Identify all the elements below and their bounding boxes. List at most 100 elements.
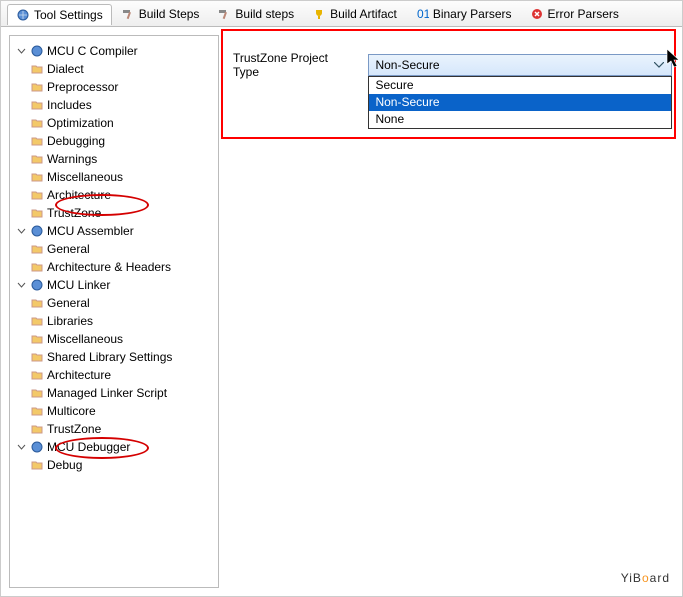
tree-node-miscellaneous-2[interactable]: Miscellaneous (28, 330, 216, 348)
combo-wrap: Non-Secure Secure Non-Secure None (368, 54, 672, 76)
folder-icon (30, 458, 44, 472)
tab-tool-settings[interactable]: Tool Settings (7, 4, 112, 25)
tree-node-debugging[interactable]: Debugging (28, 132, 216, 150)
tree-node-preprocessor[interactable]: Preprocessor (28, 78, 216, 96)
folder-icon (30, 152, 44, 166)
tree-label: MCU Assembler (47, 222, 134, 240)
tab-binary-parsers[interactable]: 01 Binary Parsers (406, 3, 521, 24)
tree-label: Libraries (47, 312, 93, 330)
tree-label: Debug (47, 456, 82, 474)
hammer-icon (217, 7, 231, 21)
combo-value: Non-Secure (375, 58, 439, 72)
tree-label: Miscellaneous (47, 330, 123, 348)
tree-node-multicore[interactable]: Multicore (28, 402, 216, 420)
tree-panel: MCU C Compiler Dialect Preprocessor Incl… (9, 35, 219, 588)
tree-node-mcu-c-compiler[interactable]: MCU C Compiler (14, 42, 216, 60)
tree-label: MCU Debugger (47, 438, 130, 456)
combo-option-none[interactable]: None (369, 111, 671, 128)
folder-icon (30, 116, 44, 130)
tree-label: Architecture & Headers (47, 258, 171, 276)
folder-icon (30, 386, 44, 400)
combo-option-secure[interactable]: Secure (369, 77, 671, 94)
tab-build-steps-2[interactable]: Build steps (208, 3, 303, 24)
tree-node-trustzone-1[interactable]: TrustZone (28, 204, 216, 222)
folder-icon (30, 404, 44, 418)
tree-node-debug[interactable]: Debug (28, 456, 216, 474)
tree-label: Architecture (47, 366, 111, 384)
folder-icon (30, 314, 44, 328)
tree-node-miscellaneous-1[interactable]: Miscellaneous (28, 168, 216, 186)
folder-icon (30, 332, 44, 346)
folder-icon (30, 206, 44, 220)
tree-node-architecture-2[interactable]: Architecture (28, 366, 216, 384)
folder-icon (30, 260, 44, 274)
watermark: YiBoard (621, 553, 670, 590)
tree-node-managed-linker[interactable]: Managed Linker Script (28, 384, 216, 402)
content-area: MCU C Compiler Dialect Preprocessor Incl… (1, 27, 682, 596)
hammer-icon (121, 7, 135, 21)
tree-label: Miscellaneous (47, 168, 123, 186)
chevron-down-icon[interactable] (16, 226, 27, 237)
tab-label: Build Artifact (330, 7, 397, 21)
tree-node-shared-lib[interactable]: Shared Library Settings (28, 348, 216, 366)
chevron-down-icon[interactable] (16, 442, 27, 453)
tree-node-architecture-1[interactable]: Architecture (28, 186, 216, 204)
chevron-down-icon[interactable] (16, 280, 27, 291)
gear-globe-icon (16, 8, 30, 22)
tool-icon (30, 440, 44, 454)
tree-node-libraries[interactable]: Libraries (28, 312, 216, 330)
trustzone-type-combo[interactable]: Non-Secure (368, 54, 672, 76)
folder-icon (30, 422, 44, 436)
chevron-down-icon[interactable] (16, 46, 27, 57)
folder-icon (30, 296, 44, 310)
tool-icon (30, 224, 44, 238)
tab-build-artifact[interactable]: Build Artifact (303, 3, 406, 24)
tree-node-mcu-assembler[interactable]: MCU Assembler (14, 222, 216, 240)
tree-node-general-2[interactable]: General (28, 294, 216, 312)
tree-node-arch-headers[interactable]: Architecture & Headers (28, 258, 216, 276)
combo-option-non-secure[interactable]: Non-Secure (369, 94, 671, 111)
error-icon (530, 7, 544, 21)
tool-icon (30, 44, 44, 58)
tree-label: General (47, 240, 90, 258)
tree-node-general-1[interactable]: General (28, 240, 216, 258)
folder-icon (30, 134, 44, 148)
tree-label: Optimization (47, 114, 114, 132)
tree-label: Architecture (47, 186, 111, 204)
svg-text:01: 01 (417, 7, 429, 21)
tree-label: General (47, 294, 90, 312)
binary-icon: 01 (415, 7, 429, 21)
tree-node-dialect[interactable]: Dialect (28, 60, 216, 78)
form-row-trustzone: TrustZone Project Type Non-Secure Secure… (233, 51, 672, 79)
chevron-down-icon (651, 57, 667, 73)
tree-node-mcu-debugger[interactable]: MCU Debugger (14, 438, 216, 456)
tree-label: TrustZone (47, 420, 101, 438)
trophy-icon (312, 7, 326, 21)
tree-label: Debugging (47, 132, 105, 150)
tree-node-mcu-linker[interactable]: MCU Linker (14, 276, 216, 294)
combo-dropdown: Secure Non-Secure None (368, 76, 672, 129)
tree-label: Managed Linker Script (47, 384, 167, 402)
folder-icon (30, 368, 44, 382)
tab-label: Binary Parsers (433, 7, 512, 21)
tree-label: Shared Library Settings (47, 348, 172, 366)
tree-node-warnings[interactable]: Warnings (28, 150, 216, 168)
tab-label: Build steps (235, 7, 294, 21)
folder-icon (30, 350, 44, 364)
tree-label: MCU Linker (47, 276, 110, 294)
folder-icon (30, 98, 44, 112)
tree-node-trustzone-2[interactable]: TrustZone (28, 420, 216, 438)
tree-label: Multicore (47, 402, 96, 420)
tree-label: Includes (47, 96, 92, 114)
tree-node-optimization[interactable]: Optimization (28, 114, 216, 132)
tree-label: TrustZone (47, 204, 101, 222)
tab-error-parsers[interactable]: Error Parsers (521, 3, 628, 24)
folder-icon (30, 62, 44, 76)
form-label-trustzone: TrustZone Project Type (233, 51, 356, 79)
tree-node-includes[interactable]: Includes (28, 96, 216, 114)
folder-icon (30, 170, 44, 184)
tab-label: Error Parsers (548, 7, 619, 21)
folder-icon (30, 80, 44, 94)
tree-label: MCU C Compiler (47, 42, 138, 60)
tab-build-steps-1[interactable]: Build Steps (112, 3, 209, 24)
